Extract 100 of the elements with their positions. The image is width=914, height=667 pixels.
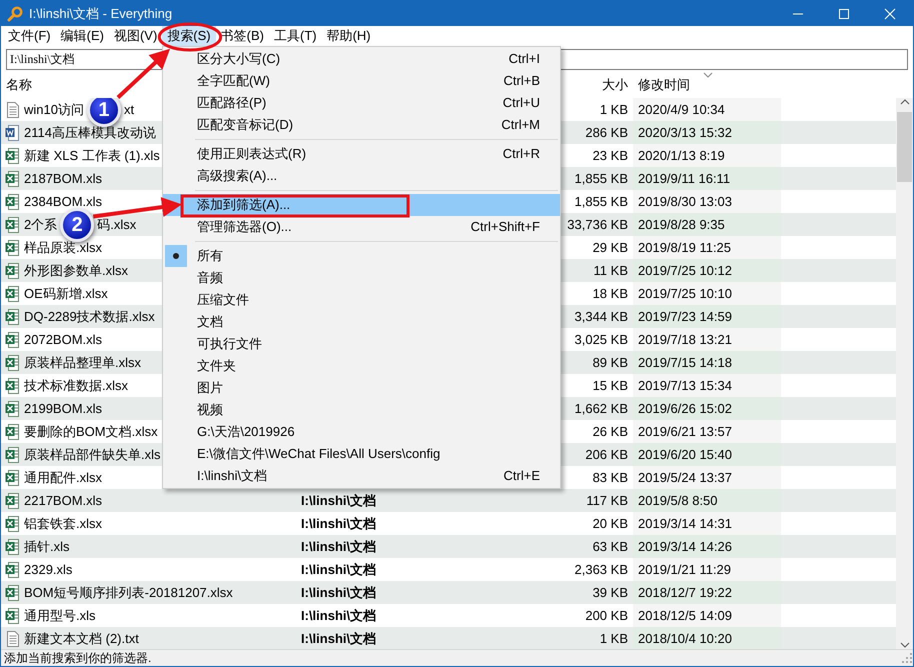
file-size: 1 KB bbox=[600, 102, 628, 117]
file-name[interactable]: 技术标准数据.xlsx bbox=[24, 376, 128, 396]
file-name[interactable]: 2个系 bbox=[24, 214, 58, 234]
file-size: 1,662 KB bbox=[574, 400, 628, 416]
menu-bar-item[interactable]: 文件(F) bbox=[3, 26, 56, 46]
menu-item[interactable]: 音频 bbox=[163, 267, 560, 289]
file-name[interactable]: 通用型号.xls bbox=[24, 606, 96, 626]
menu-item[interactable]: 高级搜索(A)... bbox=[163, 165, 560, 187]
scroll-down-icon[interactable] bbox=[900, 641, 910, 649]
menu-bar-item[interactable]: 书签(B) bbox=[216, 26, 269, 46]
file-size: 206 KB bbox=[585, 446, 628, 462]
file-size: 39 KB bbox=[592, 584, 628, 600]
modified-date: 2019/8/19 11:25 bbox=[638, 240, 732, 255]
file-size: 18 KB bbox=[592, 286, 628, 301]
file-name[interactable]: 原装样品整理单.xlsx bbox=[24, 352, 141, 372]
close-icon[interactable] bbox=[882, 8, 898, 20]
spreadsheet-file-icon bbox=[5, 308, 21, 324]
menu-item[interactable]: 全字匹配(W) Ctrl+B bbox=[163, 70, 560, 92]
file-name[interactable]: OE码新增.xlsx bbox=[24, 284, 108, 304]
modified-date: 2019/7/25 10:10 bbox=[638, 286, 732, 301]
modified-date: 2019/6/26 15:02 bbox=[638, 401, 732, 416]
file-name[interactable]: 2217BOM.xls bbox=[24, 490, 102, 510]
file-name[interactable]: 原装样品部件缺失单.xls bbox=[24, 444, 160, 464]
file-size: 29 KB bbox=[592, 240, 628, 255]
file-name[interactable]: 2072BOM.xls bbox=[24, 330, 102, 350]
file-name[interactable]: 新建 XLS 工作表 (1).xls bbox=[24, 146, 160, 166]
menu-item[interactable]: 匹配变音标记(D) Ctrl+M bbox=[163, 114, 560, 136]
spreadsheet-file-icon bbox=[5, 492, 21, 508]
modified-date: 2018/12/5 14:09 bbox=[638, 608, 732, 623]
file-name[interactable]: 2199BOM.xls bbox=[24, 398, 102, 418]
spreadsheet-file-icon bbox=[5, 216, 21, 232]
shortcut-label: Ctrl+E bbox=[504, 467, 540, 486]
file-size: 117 KB bbox=[586, 492, 628, 508]
maximize-icon[interactable] bbox=[836, 8, 852, 20]
spreadsheet-file-icon bbox=[5, 262, 21, 278]
spreadsheet-file-icon bbox=[5, 194, 21, 210]
file-size: 3,344 KB bbox=[574, 308, 628, 324]
menu-bar-item[interactable]: 视图(V) bbox=[108, 26, 162, 46]
column-header[interactable]: 名称 bbox=[6, 77, 32, 92]
menu-item[interactable]: 文件夹 bbox=[163, 355, 560, 377]
file-name[interactable]: xt bbox=[124, 100, 134, 120]
menu-item[interactable]: I:\linshi\文档 Ctrl+E bbox=[163, 465, 560, 487]
text-file-icon bbox=[5, 102, 21, 118]
menu-item[interactable]: E:\微信文件\WeChat Files\All Users\config bbox=[163, 443, 560, 465]
menu-item[interactable]: G:\天浩\2019926 bbox=[163, 421, 560, 443]
spreadsheet-file-icon bbox=[5, 354, 21, 370]
modified-date: 2018/10/4 10:20 bbox=[638, 631, 732, 646]
file-name[interactable]: 新建文本文档 (2).txt bbox=[24, 628, 139, 648]
menu-item[interactable]: 压缩文件 bbox=[163, 289, 560, 311]
menu-item[interactable]: 使用正则表达式(R) Ctrl+R bbox=[163, 143, 560, 165]
modified-date: 2019/7/18 13:21 bbox=[638, 332, 732, 347]
menu-item[interactable]: 匹配路径(P) Ctrl+U bbox=[163, 92, 560, 114]
file-name[interactable]: 插针.xls bbox=[24, 536, 70, 556]
highlight-ellipse bbox=[158, 22, 222, 52]
text-file-icon bbox=[5, 630, 21, 646]
column-header[interactable]: 修改时间 bbox=[638, 77, 690, 92]
search-icon bbox=[7, 6, 23, 22]
file-name[interactable]: win10访问 bbox=[24, 100, 84, 120]
scroll-bar[interactable] bbox=[896, 98, 913, 649]
file-name[interactable]: 通用配件.xlsx bbox=[24, 468, 102, 488]
file-name[interactable]: 外形图参数单.xlsx bbox=[24, 260, 128, 280]
menu-item[interactable]: 区分大小写(C) Ctrl+I bbox=[163, 48, 560, 70]
menu-item[interactable]: 图片 bbox=[163, 377, 560, 399]
menu-bar-item[interactable]: 编辑(E) bbox=[56, 26, 109, 46]
spreadsheet-file-icon bbox=[5, 332, 21, 348]
file-path: I:\linshi\文档 bbox=[301, 630, 376, 646]
modified-date: 2018/12/7 19:22 bbox=[638, 585, 732, 600]
modified-date: 2019/5/24 13:37 bbox=[638, 470, 732, 485]
file-size: 20 KB bbox=[592, 516, 628, 531]
modified-date: 2019/1/21 11:29 bbox=[638, 562, 732, 577]
scroll-up-icon[interactable] bbox=[900, 98, 910, 106]
file-name[interactable]: 码.xlsx bbox=[97, 214, 136, 234]
resize-grip-icon[interactable] bbox=[901, 652, 913, 664]
file-size: 15 KB bbox=[592, 378, 628, 393]
modified-date: 2019/7/23 14:59 bbox=[638, 309, 732, 324]
file-name[interactable]: 2329.xls bbox=[24, 560, 72, 580]
modified-date: 2019/3/14 14:26 bbox=[638, 539, 732, 554]
file-size: 11 KB bbox=[594, 262, 628, 278]
file-name[interactable]: BOM短号顺序排列表-20181207.xlsx bbox=[24, 582, 233, 602]
spreadsheet-file-icon bbox=[5, 584, 21, 600]
menu-item[interactable]: 管理筛选器(O)... Ctrl+Shift+F bbox=[163, 216, 560, 238]
file-name[interactable]: DQ-2289技术数据.xlsx bbox=[24, 306, 155, 326]
menu-item[interactable]: 视频 bbox=[163, 399, 560, 421]
menu-bar-item[interactable]: 帮助(H) bbox=[322, 26, 376, 46]
menu-item[interactable]: 可执行文件 bbox=[163, 333, 560, 355]
file-name[interactable]: 铝套铁套.xlsx bbox=[24, 514, 102, 534]
spreadsheet-file-icon bbox=[5, 538, 21, 554]
modified-date: 2020/1/13 8:19 bbox=[638, 148, 725, 163]
file-name[interactable]: 2187BOM.xls bbox=[24, 168, 102, 188]
spreadsheet-file-icon bbox=[5, 424, 21, 440]
modified-date: 2020/4/9 10:34 bbox=[638, 102, 725, 117]
modified-date: 2019/7/13 15:34 bbox=[638, 378, 732, 393]
menu-item[interactable]: 文档 bbox=[163, 311, 560, 333]
file-size: 1 KB bbox=[600, 630, 628, 646]
file-name[interactable]: 要删除的BOM文档.xlsx bbox=[24, 422, 158, 442]
spreadsheet-file-icon bbox=[5, 286, 21, 302]
column-header[interactable]: 大小 bbox=[602, 77, 628, 92]
scroll-thumb[interactable] bbox=[897, 112, 912, 182]
menu-bar-item[interactable]: 工具(T) bbox=[268, 26, 322, 46]
menu-item[interactable]: 所有 bbox=[163, 245, 560, 267]
